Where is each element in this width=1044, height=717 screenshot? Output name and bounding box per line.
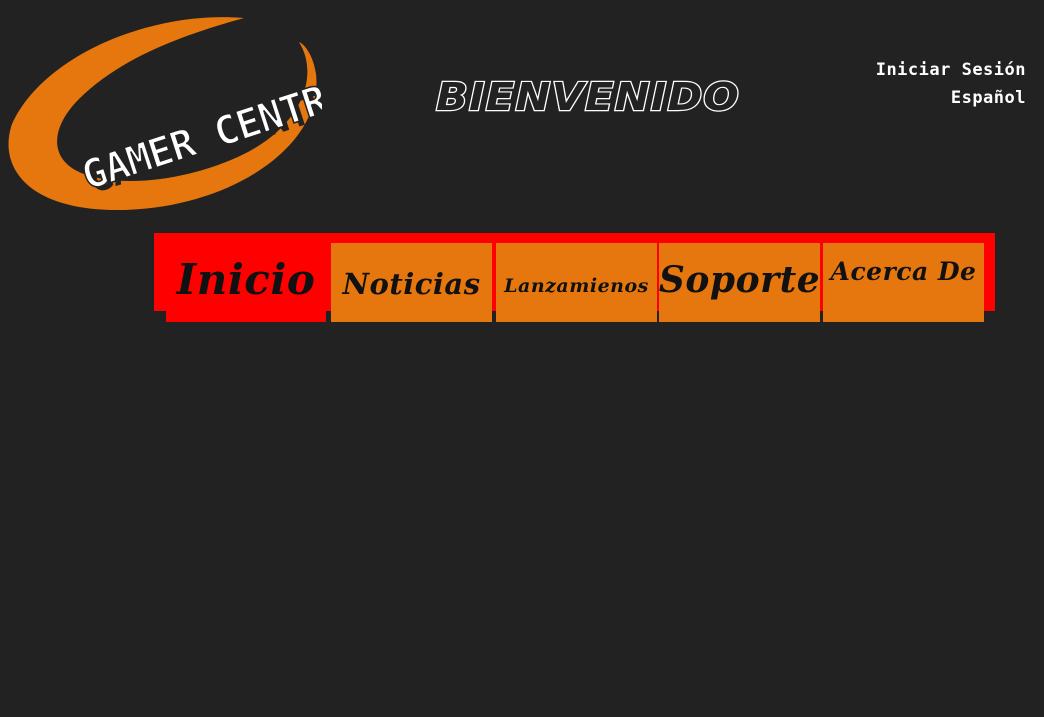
nav-item-inicio[interactable]: Inicio: [166, 233, 326, 322]
nav-item-noticias[interactable]: Noticias: [331, 243, 492, 322]
nav-item-lanzamientos[interactable]: Lanzamienos: [496, 243, 657, 322]
login-link[interactable]: Iniciar Sesión: [876, 56, 1026, 84]
top-links: Iniciar Sesión Español: [876, 56, 1026, 112]
nav-item-soporte[interactable]: Soporte: [659, 243, 820, 322]
welcome-text: BIENVENIDO: [436, 76, 740, 116]
nav-item-label: Noticias: [342, 267, 481, 301]
nav-item-label: Acerca De: [830, 257, 977, 286]
nav-item-label: Inicio: [176, 255, 316, 304]
gamer-central-logo[interactable]: GAMER CENTRAL GAMER CENTRAL: [4, 14, 322, 214]
nav-item-label: Lanzamienos: [504, 275, 649, 297]
nav-item-label: Soporte: [658, 259, 821, 301]
nav-item-acerca-de[interactable]: Acerca De: [823, 243, 984, 322]
page: GAMER CENTRAL GAMER CENTRAL BIENVENIDO I…: [0, 0, 1044, 717]
language-link[interactable]: Español: [876, 84, 1026, 112]
main-nav: Inicio Noticias Lanzamienos Soporte Acer…: [154, 233, 995, 322]
welcome-banner: BIENVENIDO: [432, 74, 746, 120]
